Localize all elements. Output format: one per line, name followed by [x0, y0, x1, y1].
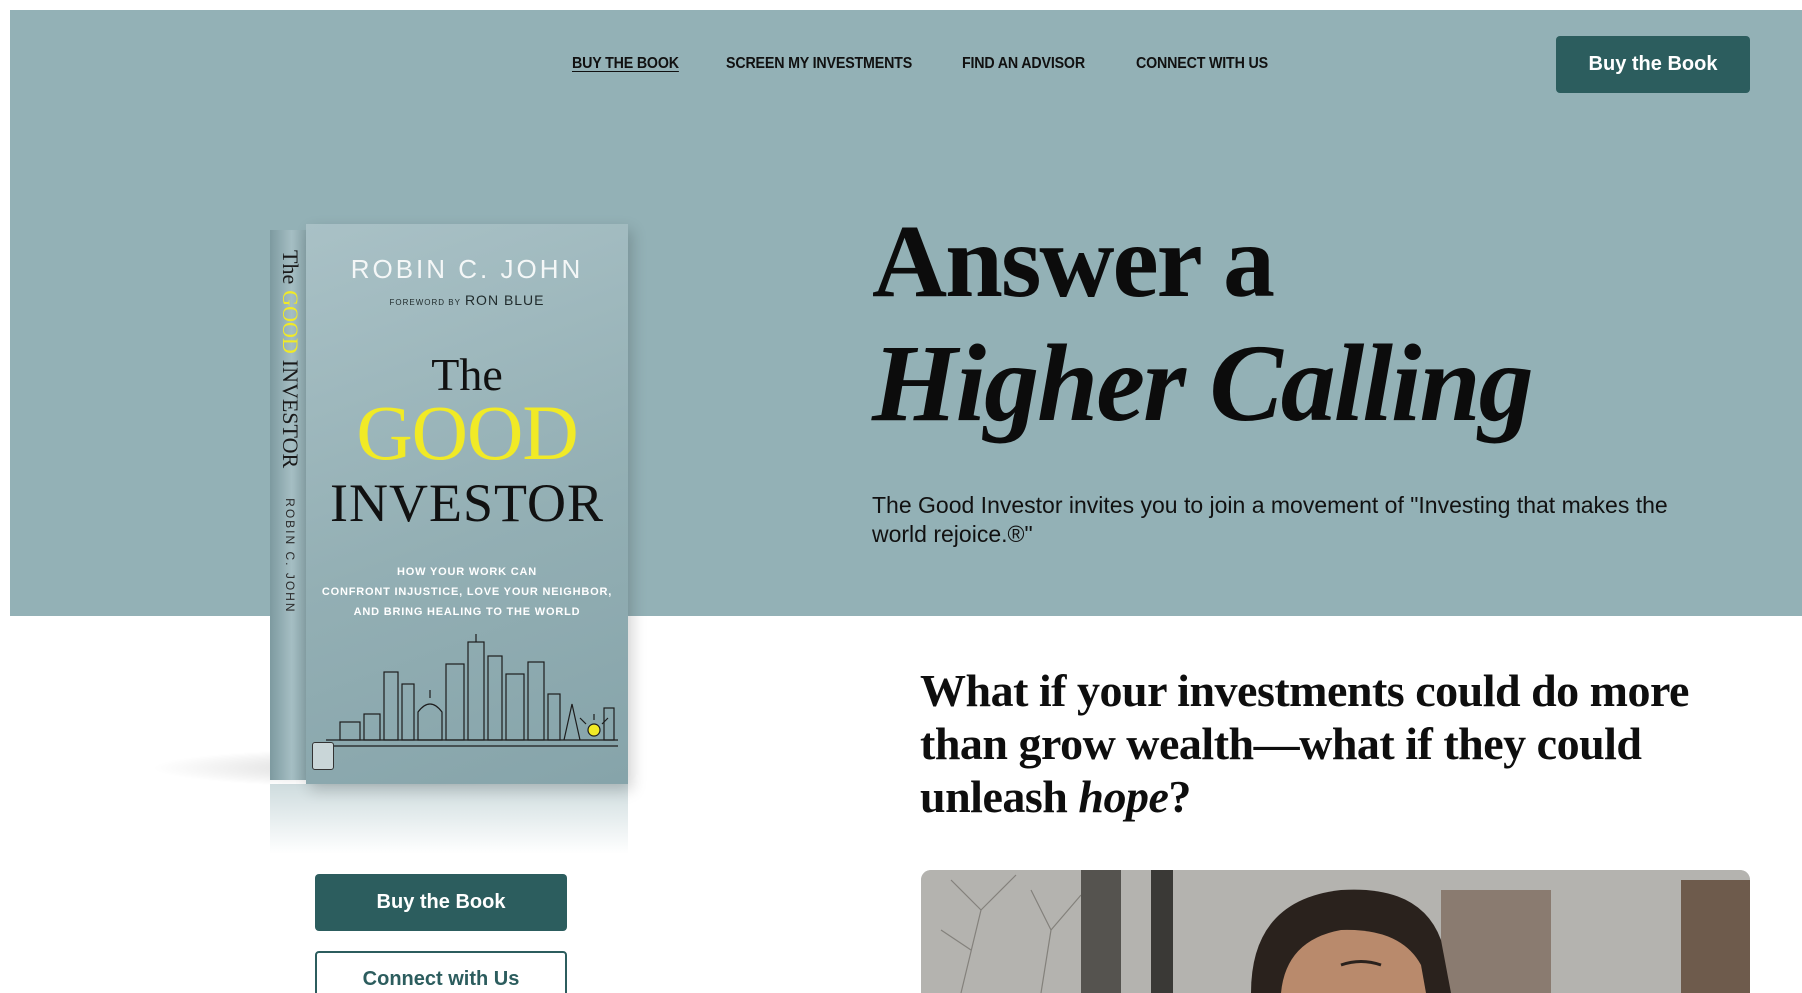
book-cover-image: The GOOD INVESTOR ROBIN C. JOHN ROBIN C.…	[270, 224, 628, 784]
spine-investor: INVESTOR	[278, 359, 303, 469]
cover-author: ROBIN C. JOHN	[350, 254, 584, 284]
spine-good: GOOD	[278, 290, 303, 354]
cover-tagline-line: HOW YOUR WORK CAN	[397, 566, 537, 578]
cover-foreword: FOREWORD BY RON BLUE	[306, 292, 628, 308]
buy-the-book-button[interactable]: Buy the Book	[315, 874, 567, 931]
cover-tagline: HOW YOUR WORK CAN CONFRONT INJUSTICE, LO…	[306, 562, 628, 622]
man-portrait-photo	[921, 870, 1750, 993]
hero-title-line-1: Answer a	[872, 204, 1275, 319]
city-skyline-illustration	[326, 634, 618, 747]
spine-title: The GOOD INVESTOR ROBIN C. JOHN	[276, 250, 304, 780]
nav-link-connect-with-us[interactable]: CONNECT WITH US	[1136, 55, 1268, 73]
publisher-logo-icon	[312, 742, 334, 770]
cover-tagline-line: CONFRONT INJUSTICE, LOVE YOUR NEIGHBOR,	[321, 586, 613, 598]
nav-link-find-an-advisor[interactable]: FIND AN ADVISOR	[962, 55, 1085, 73]
spine-author: ROBIN C. JOHN	[283, 498, 297, 614]
header-buy-the-book-button[interactable]: Buy the Book	[1556, 36, 1750, 93]
nav-link-screen-my-investments[interactable]: SCREEN MY INVESTMENTS	[726, 55, 912, 73]
spine-the: The	[278, 250, 303, 285]
nav-link-buy-the-book[interactable]: BUY THE BOOK	[572, 55, 679, 73]
section-question-heading: What if your investments could do more t…	[920, 664, 1740, 823]
hero-title-line-2: Higher Calling	[872, 322, 1534, 444]
cover-foreword-prefix: FOREWORD BY	[389, 298, 461, 307]
cover-foreword-name: RON BLUE	[464, 292, 545, 308]
photo-background	[921, 870, 1750, 993]
question-punctuation: ?	[1168, 771, 1191, 822]
hero-subtitle: The Good Investor invites you to join a …	[872, 492, 1668, 547]
book-spine: The GOOD INVESTOR ROBIN C. JOHN	[270, 230, 306, 780]
connect-with-us-button[interactable]: Connect with Us	[315, 951, 567, 993]
book-reflection	[270, 784, 628, 854]
book-front-cover: ROBIN C. JOHN FOREWORD BY RON BLUE The GO…	[306, 224, 628, 784]
question-emphasis: hope	[1078, 771, 1169, 822]
question-text: What if your investments could do more t…	[920, 665, 1689, 822]
cover-title-good: GOOD	[356, 389, 578, 476]
cover-title-investor: INVESTOR	[329, 473, 605, 533]
main-nav: BUY THE BOOK SCREEN MY INVESTMENTS FIND …	[0, 55, 1802, 75]
cover-tagline-line: AND BRING HEALING TO THE WORLD	[353, 606, 581, 618]
page: BUY THE BOOK SCREEN MY INVESTMENTS FIND …	[0, 0, 1802, 993]
